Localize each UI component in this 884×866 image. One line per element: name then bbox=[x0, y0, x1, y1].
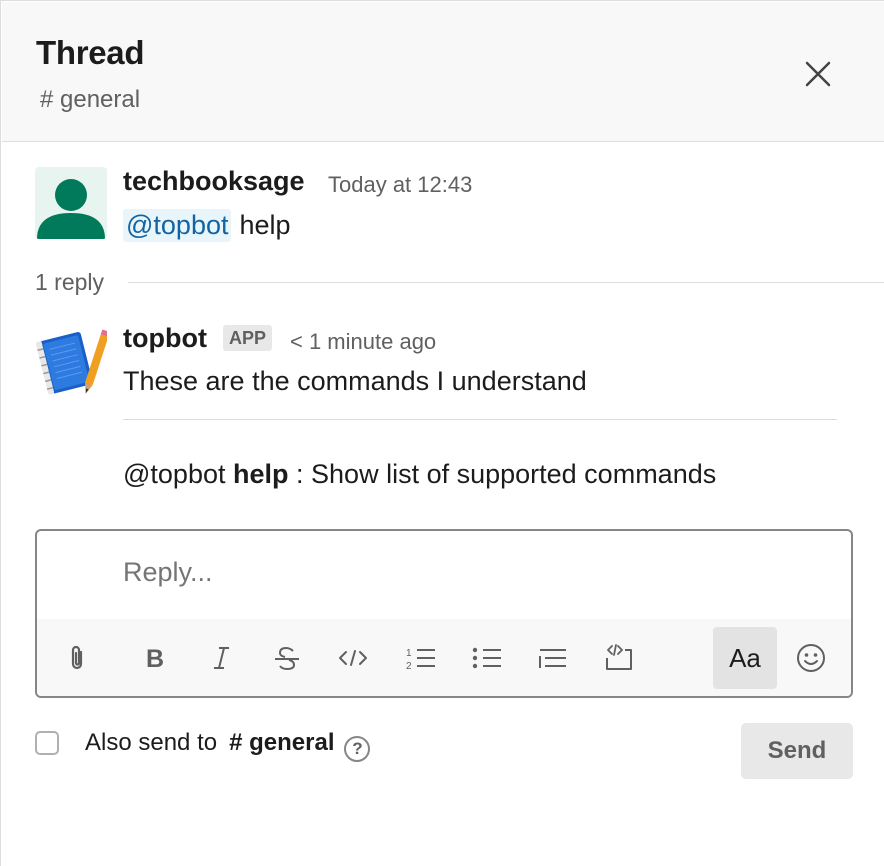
bot-message-text: These are the commands I understand bbox=[123, 366, 587, 396]
also-send-row: Also send to # general ? bbox=[35, 723, 371, 763]
blockquote-button[interactable] bbox=[531, 629, 575, 687]
message-body: @topbot help bbox=[123, 209, 291, 242]
emoji-icon bbox=[797, 644, 825, 672]
thread-channel-link[interactable]: # general bbox=[40, 86, 140, 114]
code-block-button[interactable] bbox=[597, 629, 641, 687]
message-timestamp[interactable]: Today at 12:43 bbox=[328, 172, 472, 198]
code-block-icon bbox=[606, 644, 632, 670]
message-author[interactable]: techbooksage bbox=[123, 166, 305, 197]
command-line: @topbot help : Show list of supported co… bbox=[123, 459, 716, 490]
paperclip-icon bbox=[71, 645, 83, 670]
reply-composer: B 1 bbox=[35, 529, 853, 698]
svg-text:B: B bbox=[146, 645, 164, 671]
app-badge: APP bbox=[223, 325, 273, 351]
send-button[interactable]: Send bbox=[741, 723, 853, 779]
strikethrough-icon bbox=[275, 646, 299, 671]
close-icon bbox=[805, 61, 831, 87]
replies-divider: 1 reply bbox=[35, 267, 884, 297]
attachment-divider bbox=[123, 419, 837, 420]
message-text: help bbox=[239, 210, 291, 240]
code-icon bbox=[339, 650, 367, 666]
user-avatar[interactable] bbox=[35, 167, 107, 239]
italic-icon bbox=[214, 647, 229, 669]
blockquote-icon bbox=[539, 649, 566, 668]
close-button[interactable] bbox=[796, 52, 840, 96]
emoji-button[interactable] bbox=[789, 629, 833, 687]
bot-timestamp[interactable]: < 1 minute ago bbox=[290, 329, 436, 355]
code-button[interactable] bbox=[331, 629, 375, 687]
svg-text:1: 1 bbox=[406, 648, 412, 659]
reply-input[interactable] bbox=[123, 557, 803, 588]
bot-avatar[interactable] bbox=[35, 325, 110, 397]
bulleted-list-icon bbox=[472, 647, 501, 669]
command-name: help bbox=[233, 459, 289, 489]
command-mention: @topbot bbox=[123, 459, 226, 489]
thread-header: Thread # general bbox=[2, 2, 884, 142]
numbered-list-icon: 1 2 bbox=[406, 648, 435, 671]
divider-line bbox=[128, 281, 884, 283]
formatting-toggle-button[interactable]: Aa bbox=[713, 627, 777, 689]
ordered-list-button[interactable]: 1 2 bbox=[399, 629, 443, 687]
formatting-toolbar: B 1 2 Aa bbox=[37, 619, 851, 696]
svg-text:2: 2 bbox=[406, 661, 412, 671]
italic-button[interactable] bbox=[199, 629, 243, 687]
thread-title: Thread bbox=[36, 34, 145, 71]
command-description: : Show list of supported commands bbox=[296, 459, 717, 489]
help-icon[interactable]: ? bbox=[344, 736, 371, 762]
also-send-label[interactable]: Also send to bbox=[85, 729, 217, 757]
thread-panel: Thread # general techbooksage Today at 1… bbox=[0, 0, 884, 866]
also-send-channel: # general bbox=[229, 729, 335, 756]
user-avatar-icon bbox=[37, 179, 105, 239]
attach-button[interactable] bbox=[55, 629, 99, 687]
notebook-icon bbox=[35, 329, 110, 395]
bold-icon: B bbox=[146, 645, 164, 671]
bot-author[interactable]: topbot bbox=[123, 323, 207, 354]
reply-count: 1 reply bbox=[35, 268, 105, 295]
bold-button[interactable]: B bbox=[133, 629, 177, 687]
also-send-checkbox[interactable] bbox=[35, 731, 59, 755]
strikethrough-button[interactable] bbox=[265, 629, 309, 687]
user-mention[interactable]: @topbot bbox=[123, 209, 232, 242]
bullet-list-button[interactable] bbox=[465, 629, 509, 687]
